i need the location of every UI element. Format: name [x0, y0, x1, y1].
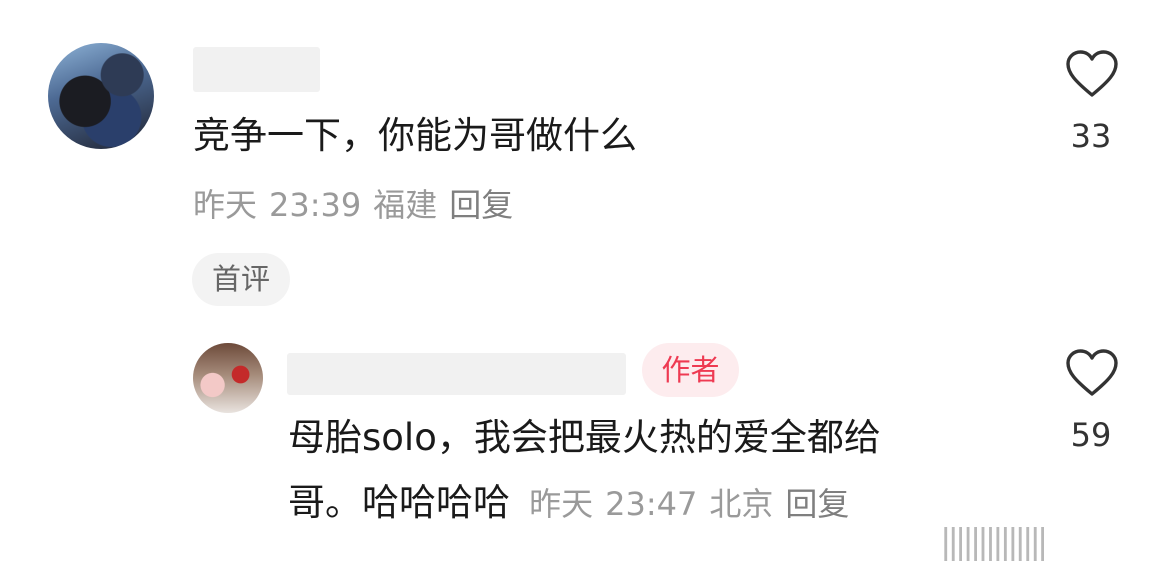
author-badge: 作者	[642, 343, 739, 397]
like-button[interactable]	[1064, 349, 1120, 397]
reply-meta: 昨天 23:47 北京 回复	[529, 485, 861, 523]
reply-location: 北京	[709, 485, 774, 523]
reply-text-line1: 母胎solo，我会把最火热的爱全都给	[288, 416, 881, 459]
comment-date: 昨天	[193, 186, 258, 224]
reply-time: 23:47	[605, 485, 698, 523]
comment-time: 23:39	[269, 186, 362, 224]
commenter-name-redacted[interactable]	[193, 47, 320, 92]
reply-button[interactable]: 回复	[449, 186, 513, 224]
commenter-avatar[interactable]	[48, 43, 154, 149]
author-avatar[interactable]	[193, 343, 263, 413]
like-count: 33	[1070, 117, 1112, 155]
reply-button[interactable]: 回复	[785, 485, 849, 523]
author-name-redacted[interactable]	[287, 353, 626, 395]
heart-icon	[1066, 349, 1118, 396]
watermark: ||||||||||||||	[940, 522, 1048, 562]
heart-icon	[1066, 50, 1118, 97]
comment-meta: 昨天 23:39 福建 回复	[193, 185, 525, 225]
reply-text-line2: 哥。哈哈哈哈	[288, 481, 510, 524]
like-count: 59	[1070, 416, 1112, 454]
comment-location: 福建	[373, 186, 438, 224]
comment-text: 竞争一下，你能为哥做什么	[193, 114, 637, 157]
first-comment-badge: 首评	[192, 253, 290, 306]
like-button[interactable]	[1064, 50, 1120, 98]
reply-text-line2-row: 哥。哈哈哈哈 昨天 23:47 北京 回复	[288, 479, 861, 527]
reply-date: 昨天	[529, 485, 594, 523]
